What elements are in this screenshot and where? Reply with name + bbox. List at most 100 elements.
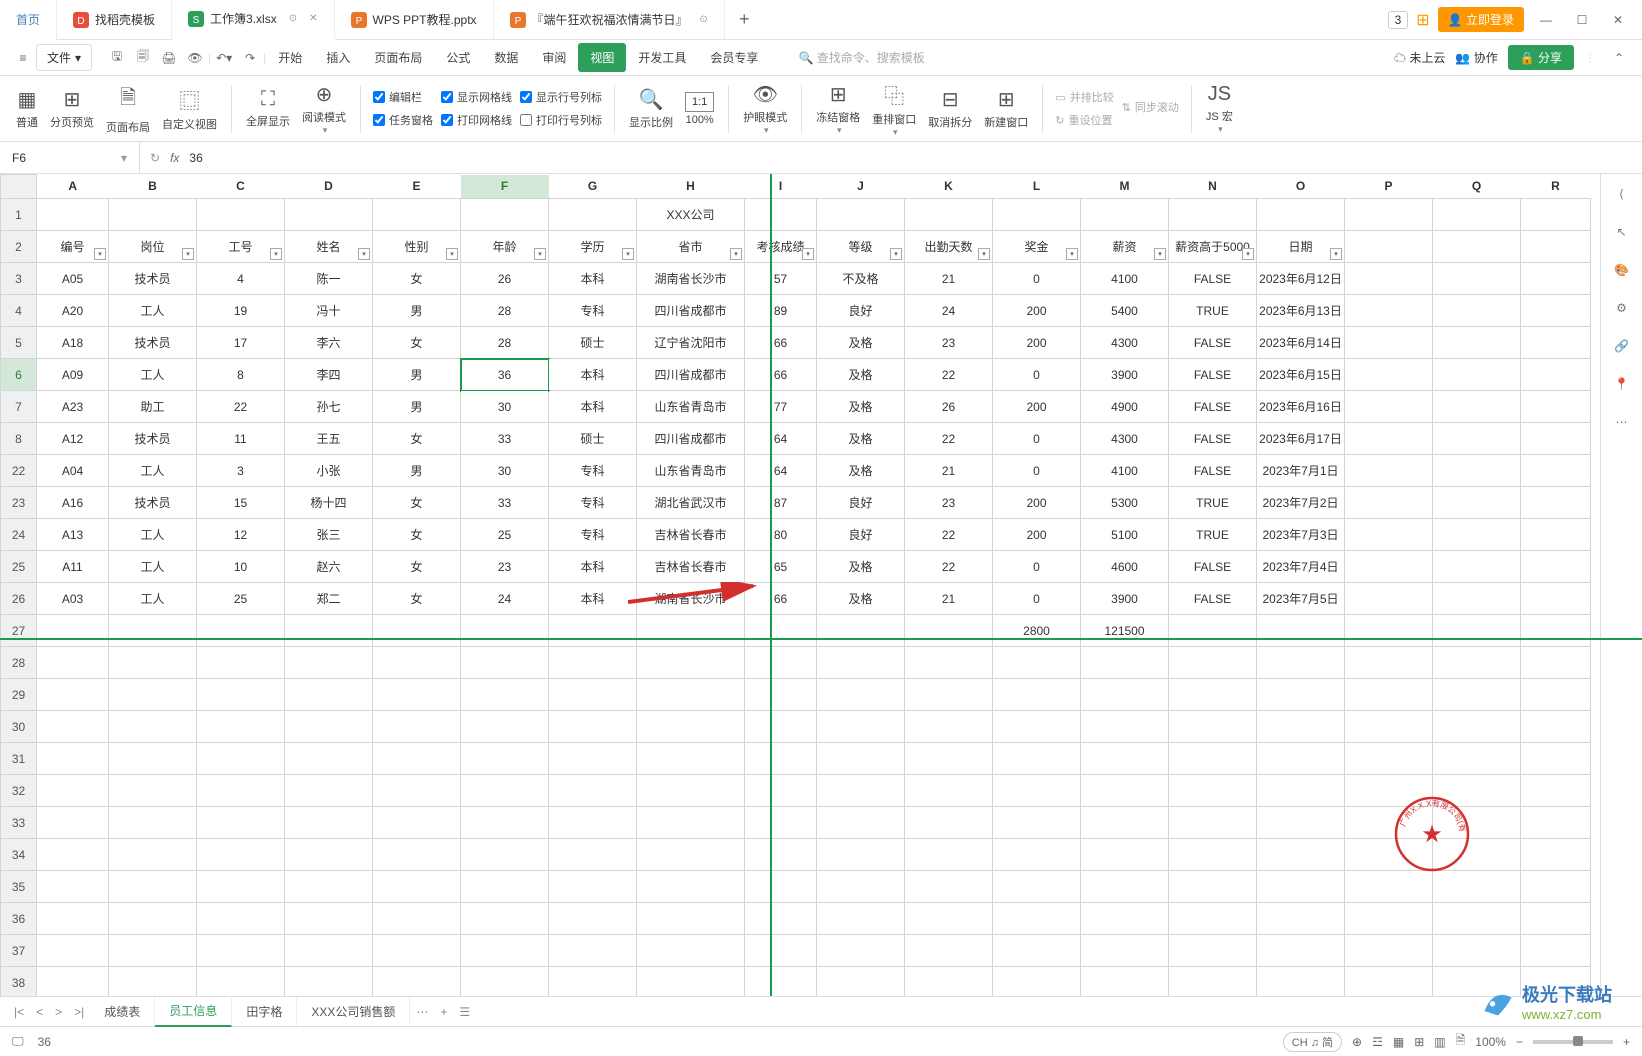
cell[interactable] [1345,231,1433,263]
filter-icon[interactable]: ▾ [1154,248,1166,260]
cell[interactable] [1345,455,1433,487]
data-cell[interactable]: 22 [905,359,993,391]
cell[interactable] [109,839,197,871]
data-cell[interactable]: 0 [993,359,1081,391]
cell[interactable] [1521,583,1591,615]
zoom-label[interactable]: 100% [1475,1035,1506,1049]
data-cell[interactable]: 4600 [1081,551,1169,583]
cell[interactable] [1433,615,1521,647]
row-header-36[interactable]: 36 [1,903,37,935]
data-cell[interactable]: A20 [37,295,109,327]
data-cell[interactable]: 孙七 [285,391,373,423]
data-cell[interactable]: 男 [373,295,461,327]
filter-icon[interactable]: ▾ [730,248,742,260]
file-menu[interactable]: 文件 ▾ [36,44,92,71]
row-header-26[interactable]: 26 [1,583,37,615]
cell[interactable] [745,807,817,839]
refresh-icon[interactable]: ↻ [150,151,160,165]
cell[interactable] [1345,199,1433,231]
data-cell[interactable]: 36 [461,359,549,391]
cell[interactable] [549,199,637,231]
data-cell[interactable]: 2023年6月16日 [1257,391,1345,423]
cell[interactable] [1433,327,1521,359]
cell[interactable] [549,647,637,679]
data-cell[interactable]: 12 [197,519,285,551]
rb-link-icon[interactable]: 🔗 [1610,334,1634,358]
cell[interactable] [1433,295,1521,327]
rb-settings-icon[interactable]: ⚙ [1610,296,1634,320]
cell[interactable] [1169,967,1257,997]
cell[interactable] [373,647,461,679]
sheet-tab-sales[interactable]: XXX公司销售额 [297,997,410,1026]
data-cell[interactable]: 不及格 [817,263,905,295]
cell[interactable] [905,743,993,775]
cell[interactable] [1433,743,1521,775]
login-button[interactable]: 👤 立即登录 [1438,7,1524,32]
data-cell[interactable]: 2023年7月5日 [1257,583,1345,615]
cell[interactable] [993,743,1081,775]
cell[interactable] [905,839,993,871]
data-cell[interactable]: 山东省青岛市 [637,391,745,423]
cell[interactable] [1521,263,1591,295]
col-header-H[interactable]: H [637,175,745,199]
cell[interactable] [461,807,549,839]
row-header-3[interactable]: 3 [1,263,37,295]
app-grid-icon[interactable]: ⊞ [1416,10,1429,30]
cell[interactable] [993,967,1081,997]
data-cell[interactable]: 技术员 [109,327,197,359]
data-cell[interactable]: 28 [461,295,549,327]
data-cell[interactable]: A04 [37,455,109,487]
data-cell[interactable]: 33 [461,423,549,455]
data-cell[interactable]: 3900 [1081,583,1169,615]
data-cell[interactable]: 21 [905,455,993,487]
data-cell[interactable]: TRUE [1169,519,1257,551]
row-header-4[interactable]: 4 [1,295,37,327]
cell[interactable] [1257,743,1345,775]
data-cell[interactable]: 女 [373,263,461,295]
menu-dev-tools[interactable]: 开发工具 [626,43,698,72]
cell[interactable] [1433,871,1521,903]
cell[interactable] [817,935,905,967]
data-cell[interactable]: 3900 [1081,359,1169,391]
cell[interactable] [1521,423,1591,455]
cell[interactable] [373,807,461,839]
check-print-headings[interactable]: 打印行号列标 [516,110,606,130]
sheet-tab-grid[interactable]: 田字格 [232,997,297,1026]
data-cell[interactable]: 33 [461,487,549,519]
cell[interactable] [637,903,745,935]
cell[interactable] [373,967,461,997]
menu-insert[interactable]: 插入 [314,43,362,72]
data-cell[interactable]: 65 [745,551,817,583]
row-header-1[interactable]: 1 [1,199,37,231]
data-cell[interactable]: 技术员 [109,487,197,519]
cell[interactable] [1433,199,1521,231]
cell[interactable] [905,679,993,711]
cell[interactable] [197,199,285,231]
data-cell[interactable]: 66 [745,359,817,391]
row-header-37[interactable]: 37 [1,935,37,967]
cell[interactable] [1257,903,1345,935]
data-cell[interactable]: 30 [461,391,549,423]
sheet-tab-scores[interactable]: 成绩表 [90,997,155,1026]
cell[interactable] [37,935,109,967]
data-cell[interactable]: 23 [905,327,993,359]
cell[interactable] [285,935,373,967]
header-薪资高于5000[interactable]: 薪资高于5000▾ [1169,231,1257,263]
cell[interactable] [1345,263,1433,295]
view-pagelayout-icon[interactable]: ▥ [1434,1035,1445,1049]
cell[interactable] [109,743,197,775]
zoom-100[interactable]: 1:1100% [679,90,720,128]
cell[interactable] [637,647,745,679]
cell[interactable] [1081,935,1169,967]
view-reading-mode[interactable]: ⊕阅读模式 [296,80,352,138]
cell[interactable] [637,807,745,839]
col-header-G[interactable]: G [549,175,637,199]
data-cell[interactable]: 11 [197,423,285,455]
row-header-30[interactable]: 30 [1,711,37,743]
row-header-24[interactable]: 24 [1,519,37,551]
name-box[interactable]: F6 ▾ [0,142,140,173]
data-cell[interactable]: 工人 [109,519,197,551]
cell[interactable] [1433,231,1521,263]
cell[interactable] [549,967,637,997]
cell[interactable] [1521,487,1591,519]
